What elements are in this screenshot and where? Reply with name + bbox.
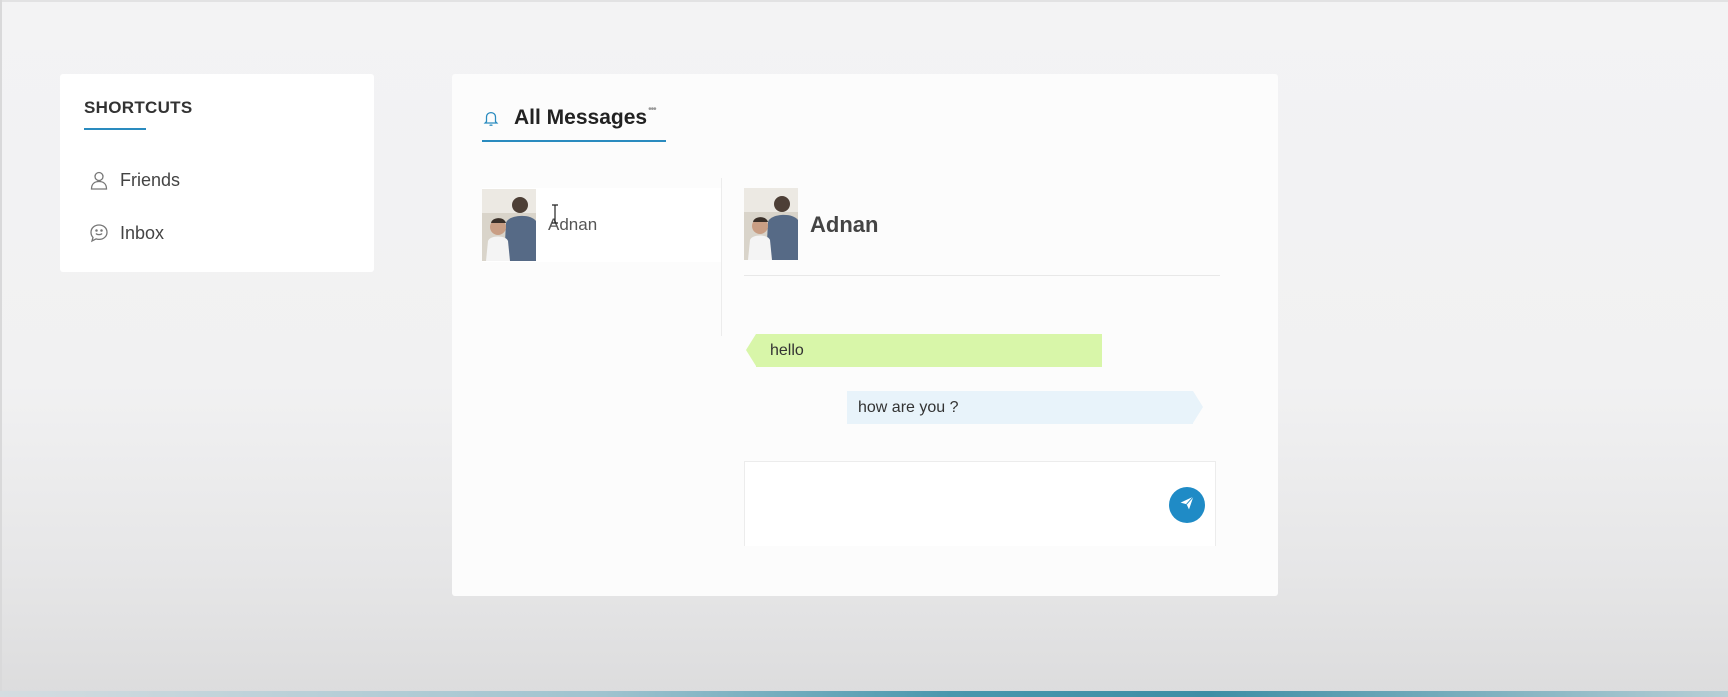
- shortcut-inbox[interactable]: Inbox: [88, 219, 164, 247]
- messages-card: All Messages ••• Adnan Adnan hello how a…: [452, 74, 1278, 596]
- messages-title: All Messages: [514, 106, 648, 129]
- bottom-accent-bar: [0, 691, 1728, 697]
- top-border: [0, 0, 1728, 2]
- paper-plane-icon: [1179, 495, 1195, 516]
- send-button[interactable]: [1169, 487, 1205, 523]
- shortcut-inbox-label: Inbox: [120, 222, 165, 243]
- contact-list-divider: [721, 178, 722, 336]
- message-compose: [744, 461, 1216, 546]
- message-bubble-outgoing: how are you ?: [847, 391, 1203, 424]
- messages-header: All Messages •••: [482, 102, 657, 134]
- shortcut-friends[interactable]: Friends: [88, 166, 180, 194]
- shortcut-friends-label: Friends: [120, 169, 181, 190]
- shortcuts-card: SHORTCUTS Friends Inbox: [60, 74, 374, 272]
- chat-header: Adnan: [744, 188, 1220, 276]
- contact-list-item[interactable]: Adnan: [482, 188, 722, 262]
- shortcuts-title-underline: [84, 128, 146, 130]
- user-icon: [88, 169, 110, 191]
- avatar: [482, 189, 536, 261]
- messages-title-underline: [482, 140, 666, 142]
- chat-smile-icon: [88, 222, 110, 244]
- messages-title-dots: •••: [648, 104, 656, 115]
- mouse-cursor-ibeam: [550, 204, 560, 224]
- message-text: how are you ?: [858, 398, 959, 416]
- message-input[interactable]: [745, 462, 1145, 546]
- chat-contact-name: Adnan: [810, 212, 879, 237]
- message-bubble-incoming: hello: [746, 334, 1102, 367]
- shortcuts-title: SHORTCUTS: [84, 98, 193, 117]
- left-border: [0, 0, 2, 697]
- chat-avatar: [744, 188, 798, 260]
- bell-icon: [482, 108, 502, 128]
- message-text: hello: [770, 341, 804, 359]
